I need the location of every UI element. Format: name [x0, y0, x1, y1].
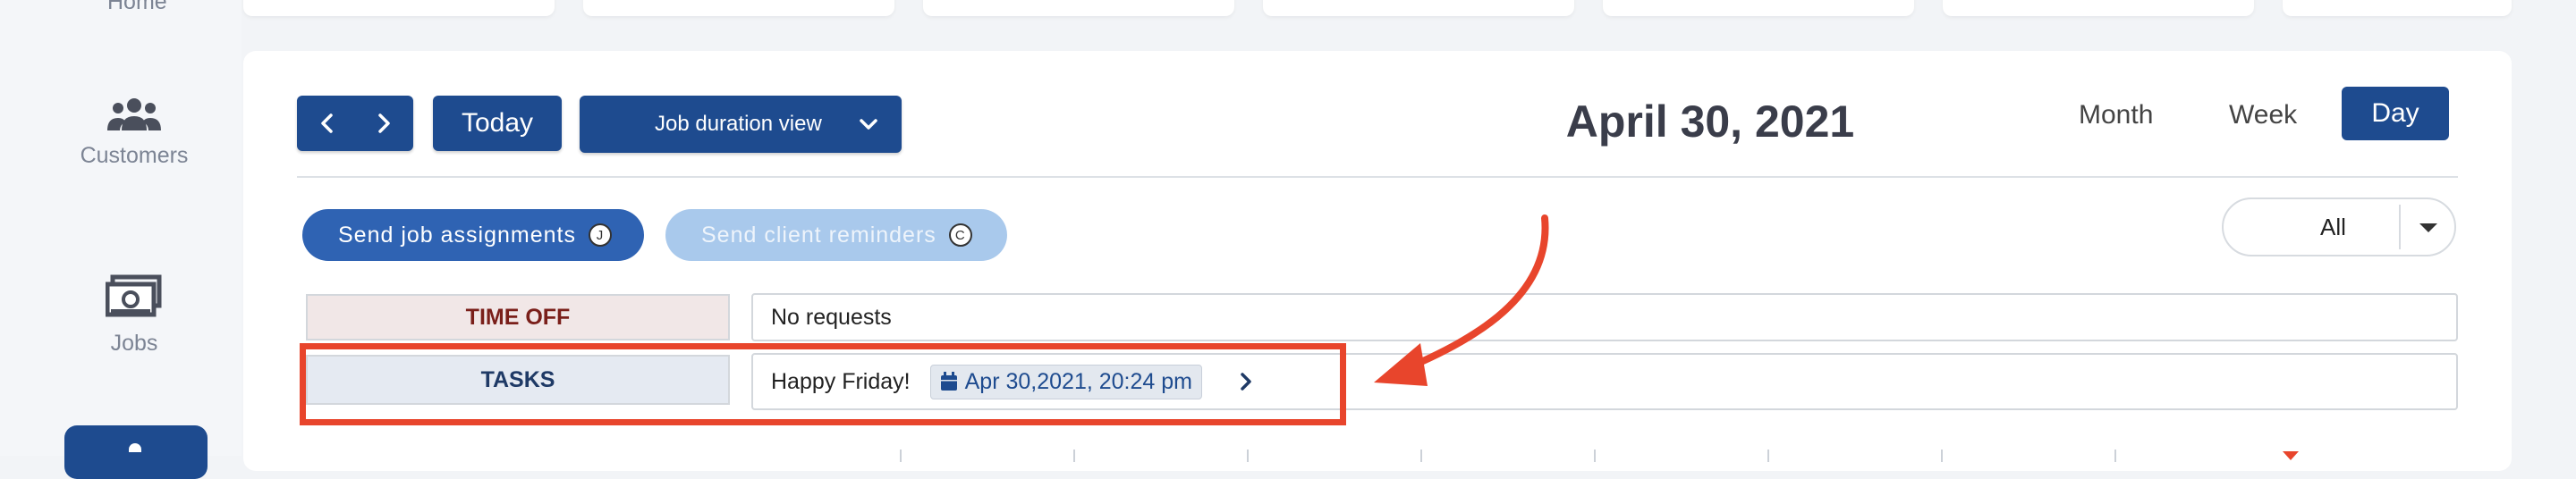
top-card-4[interactable] [1263, 0, 1574, 16]
tab-day[interactable]: Day [2342, 87, 2449, 140]
current-date-title: April 30, 2021 [1565, 97, 1855, 147]
timeline-tick [1247, 450, 1249, 462]
view-mode-select-label: Job duration view [655, 112, 822, 136]
send-job-assignments-label: Send job assignments [338, 222, 576, 248]
next-day-button[interactable] [355, 96, 413, 151]
customers-icon [107, 98, 161, 130]
time-off-row[interactable]: No requests [751, 293, 2458, 341]
tab-day-label: Day [2371, 98, 2419, 128]
timeline-tick [1594, 450, 1596, 462]
send-job-assignments-button[interactable]: Send job assignments J [302, 209, 644, 261]
view-mode-select[interactable]: Job duration view [580, 96, 902, 153]
tab-month[interactable]: Month [2079, 100, 2153, 130]
shortcut-key-c: C [948, 223, 972, 247]
top-card-6[interactable] [1943, 0, 2254, 16]
shortcut-key-j: J [588, 223, 612, 247]
staff-filter-select[interactable]: All [2222, 197, 2456, 256]
top-card-1[interactable] [243, 0, 555, 16]
chevron-left-icon [320, 113, 333, 133]
sidebar-item-active[interactable] [64, 425, 208, 479]
top-card-7[interactable] [2283, 0, 2512, 16]
time-off-label-cell: TIME OFF [306, 294, 730, 340]
sidebar-item-jobs-label: Jobs [110, 331, 158, 356]
today-button-label: Today [461, 108, 534, 138]
tab-week[interactable]: Week [2229, 100, 2297, 130]
top-card-5[interactable] [1603, 0, 1914, 16]
jobs-icon [106, 274, 162, 317]
sidebar: Home Customers Jobs [0, 0, 242, 479]
top-card-2[interactable] [583, 0, 894, 16]
caret-down-icon [2419, 223, 2437, 232]
today-button[interactable]: Today [433, 96, 562, 151]
annotation-highlight-box [300, 343, 1346, 425]
top-card-3[interactable] [923, 0, 1234, 16]
timeline-tick [1420, 450, 1422, 462]
select-divider [2399, 205, 2401, 249]
send-client-reminders-button[interactable]: Send client reminders C [665, 209, 1007, 261]
chevron-right-icon [377, 113, 390, 133]
sidebar-item-home-label[interactable]: Home [107, 0, 167, 15]
staff-filter-value: All [2320, 214, 2346, 240]
header-divider [297, 176, 2458, 178]
active-item-icon [129, 443, 141, 452]
timeline-tick [1941, 450, 1943, 462]
current-time-marker-icon [2283, 451, 2299, 460]
timeline-tick [900, 450, 902, 462]
time-off-label: TIME OFF [465, 304, 571, 330]
sidebar-item-customers-label: Customers [80, 143, 189, 168]
send-client-reminders-label: Send client reminders [701, 222, 936, 248]
sidebar-item-jobs[interactable]: Jobs [0, 273, 268, 357]
timeline-tick [2114, 450, 2116, 462]
chevron-down-icon [860, 119, 877, 130]
date-nav-group [297, 96, 413, 151]
time-off-value: No requests [771, 304, 892, 330]
prev-day-button[interactable] [297, 96, 355, 151]
sidebar-item-customers[interactable]: Customers [0, 97, 268, 169]
timeline-tick [1767, 450, 1769, 462]
timeline-tick [1073, 450, 1075, 462]
